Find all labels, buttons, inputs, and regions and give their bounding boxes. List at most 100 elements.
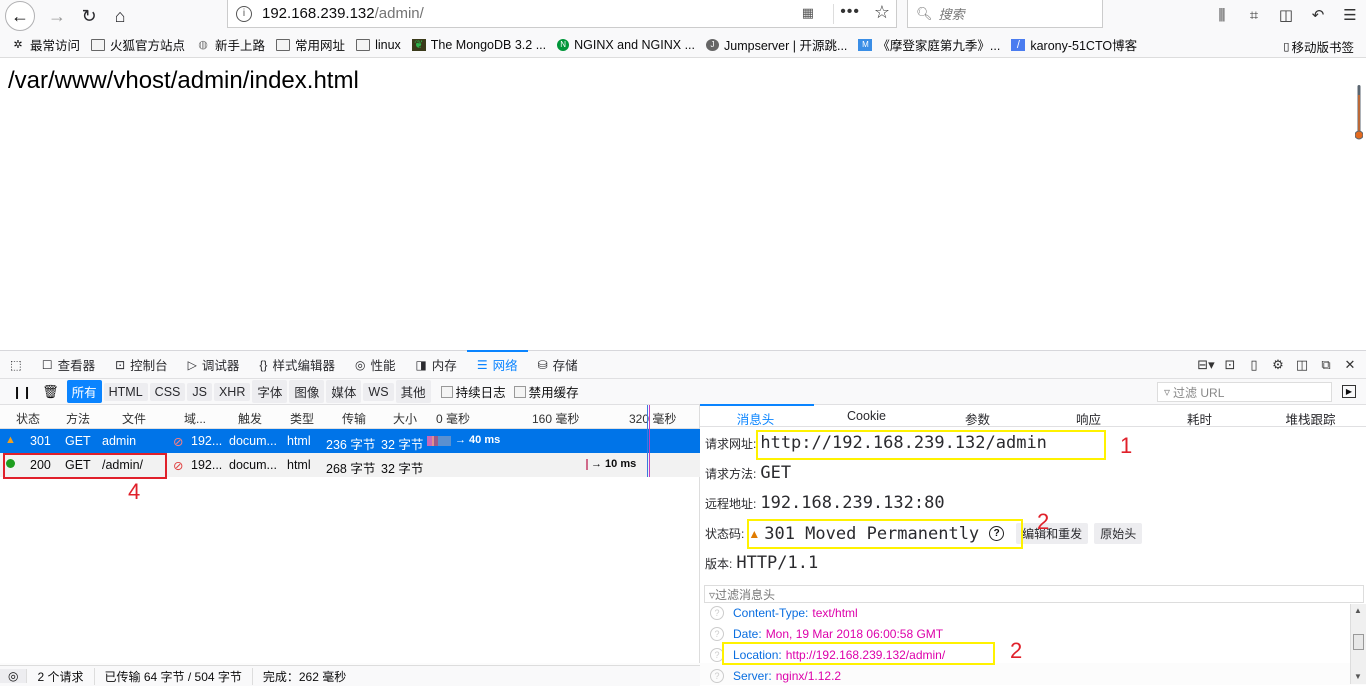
tab-timings[interactable]: 耗时 (1144, 405, 1255, 427)
help-icon[interactable]: ? (710, 669, 724, 683)
tab-performance[interactable]: ◎ 性能 (345, 351, 406, 379)
filter-html[interactable]: HTML (103, 382, 148, 401)
page-actions-icon[interactable]: ••• (840, 3, 860, 21)
bookmark-star-icon[interactable]: ☆ (874, 2, 890, 23)
pause-icon[interactable]: ❙❙ (12, 385, 32, 399)
back-button[interactable]: ← (5, 1, 35, 31)
library-icon[interactable]: ⫼ (1206, 7, 1238, 24)
toggle-sidebar-icon[interactable]: ▶ (1342, 385, 1356, 398)
home-button[interactable]: ⌂ (105, 1, 135, 31)
remote-address-field: 远程地址: 192.168.239.132:80 (705, 493, 945, 513)
bookmark-item[interactable]: J Jumpserver | 开源跳... (706, 35, 847, 54)
settings-gear-icon[interactable]: ⚙ (1266, 357, 1290, 373)
tab-debugger[interactable]: ▷ 调试器 (178, 351, 250, 379)
trash-icon[interactable]: 🗑︎ (42, 384, 59, 400)
navigation-toolbar: ← → ↻ ⌂ i 192.168.239.132/admin/ ▦ ••• ☆… (0, 0, 1366, 32)
search-placeholder: 搜索 (938, 7, 965, 22)
tab-console[interactable]: ⊡ 控制台 (105, 351, 178, 379)
element-picker-button[interactable]: ⬚ (0, 351, 32, 379)
header-filter-input[interactable]: ▿过滤消息头 (704, 585, 1364, 603)
filter-all[interactable]: 所有 (66, 380, 102, 403)
bookmark-item[interactable]: / karony-51CTO博客 (1011, 35, 1137, 54)
filter-ws[interactable]: WS (363, 382, 394, 401)
tab-response[interactable]: 响应 (1033, 405, 1144, 427)
tab-inspector[interactable]: ☐ 查看器 (32, 351, 105, 379)
tab-params[interactable]: 参数 (922, 405, 1033, 427)
search-icon: 🔍︎ (916, 5, 933, 21)
header-row[interactable]: ? Content-Type: text/html (710, 606, 858, 620)
scroll-thumb[interactable] (1353, 634, 1364, 650)
request-method: GET (65, 434, 91, 448)
bookmark-item[interactable]: 常用网址 (276, 35, 345, 54)
tab-headers[interactable]: 消息头 (700, 405, 811, 427)
table-row[interactable]: ▲ 301 GET admin ⊘ 192... docum... html 2… (0, 429, 700, 453)
tab-memory[interactable]: ◨ 内存 (405, 351, 466, 379)
bookmark-item[interactable]: ❦ The MongoDB 3.2 ... (411, 38, 546, 52)
tab-cookie[interactable]: Cookie (811, 405, 922, 426)
header-row[interactable]: ? Date: Mon, 19 Mar 2018 06:00:58 GMT (710, 627, 943, 641)
console-toggle-icon[interactable]: ⊡ (1218, 357, 1242, 373)
url-bar[interactable]: i 192.168.239.132/admin/ ▦ ••• ☆ (227, 0, 897, 28)
sidebar-icon[interactable]: ◫ (1270, 6, 1302, 24)
forward-button[interactable]: → (42, 1, 72, 31)
bookmark-item[interactable]: M 《摩登家庭第九季》... (858, 35, 1000, 54)
col-status[interactable]: 状态 (16, 410, 40, 427)
separate-window-icon[interactable]: ⧉ (1314, 357, 1338, 373)
headers-scrollbar[interactable]: ▲ ▼ (1350, 604, 1366, 684)
filter-fonts[interactable]: 字体 (252, 380, 288, 403)
filter-css[interactable]: CSS (149, 382, 186, 401)
close-icon[interactable]: ✕ (1338, 357, 1362, 373)
disable-cache-checkbox[interactable]: 禁用缓存 (513, 382, 579, 401)
col-method[interactable]: 方法 (66, 410, 90, 427)
tab-storage[interactable]: ⛁ 存储 (528, 351, 588, 379)
help-icon[interactable]: ? (710, 606, 724, 620)
performance-analysis-icon[interactable]: ◎ (0, 669, 28, 683)
split-console-icon[interactable]: ⊟▾ (1194, 357, 1218, 373)
search-box[interactable]: 🔍︎ 搜索 (907, 0, 1103, 28)
filter-media[interactable]: 媒体 (326, 380, 362, 403)
filter-js[interactable]: JS (187, 382, 212, 401)
raw-headers-button[interactable]: 原始头 (1094, 523, 1143, 544)
col-file[interactable]: 文件 (122, 410, 146, 427)
col-transferred[interactable]: 传输 (342, 410, 366, 427)
header-row[interactable]: ? Server: nginx/1.12.2 (710, 669, 841, 683)
qr-code-icon[interactable]: ▦ (802, 5, 814, 21)
responsive-design-icon[interactable]: ▯ (1242, 357, 1266, 373)
folder-icon (356, 38, 371, 51)
bookmark-label: 最常访问 (30, 39, 81, 53)
bookmark-label: 《摩登家庭第九季》... (877, 39, 1001, 53)
gear-icon: ✲ (13, 39, 23, 51)
tab-stack-trace[interactable]: 堆栈跟踪 (1255, 405, 1366, 427)
col-type[interactable]: 类型 (290, 410, 314, 427)
url-filter-input[interactable]: ▿ 过滤 URL (1157, 382, 1332, 402)
filter-other[interactable]: 其他 (395, 380, 431, 403)
col-size[interactable]: 大小 (393, 410, 417, 427)
bookmark-item[interactable]: N NGINX and NGINX ... (557, 38, 695, 52)
request-cause: docum... (229, 434, 277, 448)
tab-network[interactable]: ☰ 网络 (466, 349, 528, 379)
bookmark-item[interactable]: linux (356, 38, 401, 52)
tab-label: 性能 (370, 359, 396, 373)
help-icon[interactable]: ? (710, 627, 724, 641)
menu-icon[interactable]: ☰ (1334, 6, 1366, 24)
bookmark-item[interactable]: 火狐官方站点 (91, 35, 185, 54)
filter-images[interactable]: 图像 (289, 380, 325, 403)
scroll-down-icon[interactable]: ▼ (1354, 672, 1362, 681)
scroll-up-icon[interactable]: ▲ (1354, 606, 1362, 615)
checkbox-box (513, 385, 526, 398)
mobile-bookmarks[interactable]: ▯ 移动版书签 (1283, 37, 1354, 56)
bookmark-item[interactable]: ✲ 最常访问 (11, 35, 80, 54)
bookmark-item[interactable]: ◍ 新手上路 (196, 35, 265, 54)
edit-resend-button[interactable]: 编辑和重发 (1016, 523, 1089, 544)
col-cause[interactable]: 触发 (238, 410, 262, 427)
url-path: /admin/ (374, 5, 424, 22)
reload-button[interactable]: ↻ (74, 1, 104, 31)
info-icon[interactable]: i (236, 5, 252, 22)
dock-side-icon[interactable]: ◫ (1290, 357, 1314, 373)
tab-style-editor[interactable]: {} 样式编辑器 (249, 351, 345, 379)
persist-log-checkbox[interactable]: 持续日志 (440, 382, 506, 401)
screenshot-icon[interactable]: ⌗ (1238, 7, 1270, 24)
col-domain[interactable]: 域... (184, 410, 206, 427)
filter-xhr[interactable]: XHR (213, 382, 251, 401)
undo-icon[interactable]: ↶ (1302, 6, 1334, 24)
